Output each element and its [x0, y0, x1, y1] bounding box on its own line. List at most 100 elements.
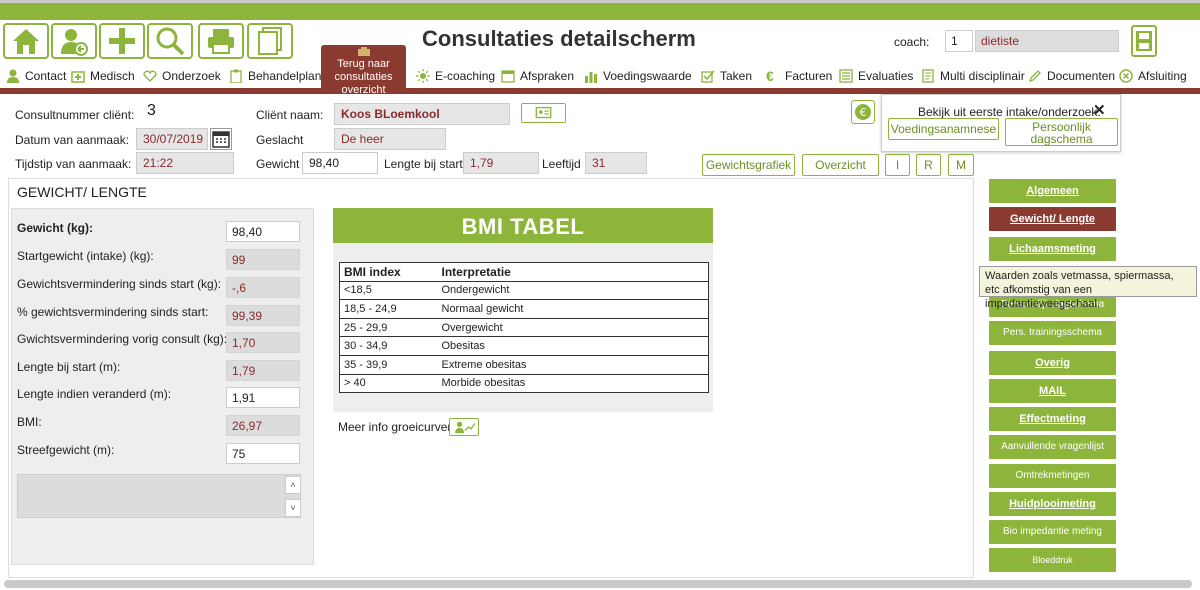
sidebar-item-aanvullende-vragenlijst[interactable]: Aanvullende vragenlijst	[989, 435, 1116, 459]
sidebar-item-algemeen[interactable]: Algemeen	[989, 179, 1116, 203]
gewichtsvermindering-field: -,6	[226, 277, 300, 298]
nav-label: Afspraken	[520, 69, 575, 83]
nav-voedingswaarde[interactable]: Voedingswaarde	[584, 67, 692, 85]
table-row: > 40 Morbide obesitas	[339, 374, 709, 394]
consultnummer-label: Consultnummer cliënt:	[15, 108, 135, 122]
percent-gewichtsvermindering-field: 99,39	[226, 305, 300, 326]
row-label: % gewichtsvermindering sinds start:	[17, 305, 209, 319]
geslacht-label: Geslacht	[256, 133, 304, 147]
intake-popup: Bekijk uit eerste intake/onderzoek: ✕ Vo…	[881, 94, 1121, 152]
table-cell: 35 - 39,9	[339, 355, 438, 375]
user-back-icon	[61, 29, 88, 56]
bmi-table-panel: BMI TABEL BMI index Interpretatie <18,5 O…	[333, 208, 713, 412]
coach-name-field: dietiste	[975, 30, 1119, 52]
gewicht-field[interactable]: 98,40	[302, 152, 378, 174]
tooltip: Waarden zoals vetmassa, spiermassa, etc …	[979, 266, 1197, 310]
nav-facturen[interactable]: € Facturen	[766, 67, 832, 85]
euro-button[interactable]: €	[851, 100, 875, 124]
nav-taken[interactable]: Taken	[701, 67, 752, 85]
row-label: BMI:	[17, 415, 42, 429]
persoonlijk-dagschema-button[interactable]: Persoonlijk dagschema	[1005, 118, 1118, 146]
lengte-veranderd-field[interactable]: 1,91	[226, 387, 300, 408]
sidebar-item-omtrekmetingen[interactable]: Omtrekmetingen	[989, 464, 1116, 488]
sidebar-item-effectmeting[interactable]: Effectmeting	[989, 407, 1116, 431]
table-cell: Normaal gewicht	[437, 299, 709, 319]
table-row: 25 - 29,9 Overgewicht	[339, 318, 709, 338]
calendar-button[interactable]	[210, 128, 232, 150]
sidebar-item-overig[interactable]: Overig	[989, 351, 1116, 375]
back-to-consultations-button[interactable]: Terug naar consultaties overzicht	[321, 45, 406, 96]
table-cell: 25 - 29,9	[339, 318, 438, 338]
nav-label: E-coaching	[435, 69, 496, 83]
m-button[interactable]: M	[948, 154, 974, 176]
section-title: GEWICHT/ LENGTE	[17, 184, 147, 200]
table-cell: 18,5 - 24,9	[339, 299, 438, 319]
add-button[interactable]	[99, 23, 145, 59]
streefgewicht-field[interactable]: 75	[226, 443, 300, 464]
home-icon	[13, 29, 39, 54]
voedingsanamnese-button[interactable]: Voedingsanamnese	[888, 118, 999, 140]
table-cell: Ondergewicht	[437, 281, 709, 301]
nav-label: Afsluiting	[1138, 69, 1187, 83]
home-button[interactable]	[3, 23, 49, 59]
startgewicht-field: 99	[226, 249, 300, 270]
documents-button[interactable]	[247, 23, 293, 59]
sidebar-item-mail[interactable]: MAIL	[989, 379, 1116, 403]
tijdstip-label: Tijdstip van aanmaak:	[15, 157, 132, 171]
client-card-button[interactable]	[521, 103, 566, 123]
sidebar-item-gewicht-lengte[interactable]: Gewicht/ Lengte	[989, 207, 1116, 231]
lengte-start-field: 1,79	[463, 152, 539, 174]
sidebar-item-trainingsschema[interactable]: Pers. trainingsschema	[989, 321, 1116, 345]
overzicht-button[interactable]: Overzicht	[802, 154, 879, 176]
gewicht-kg-field[interactable]: 98,40	[226, 221, 300, 242]
nav-contact[interactable]: Contact	[6, 67, 66, 85]
nav-onderzoek[interactable]: Onderzoek	[143, 67, 221, 85]
page-title: Consultaties detailscherm	[422, 26, 696, 51]
coach-number-field[interactable]: 1	[945, 30, 973, 52]
nav-afspraken[interactable]: Afspraken	[501, 67, 574, 85]
i-button[interactable]: I	[885, 154, 910, 176]
table-row: 30 - 34,9 Obesitas	[339, 336, 709, 356]
nav-ecoaching[interactable]: E-coaching	[416, 67, 495, 85]
datum-field[interactable]: 30/07/2019	[136, 128, 208, 150]
nav-evaluaties[interactable]: Evaluaties	[839, 67, 913, 85]
scroll-up-icon[interactable]: ˄	[285, 476, 301, 494]
sidebar-item-bio-impedantie[interactable]: Bio impedantie meting	[989, 520, 1116, 544]
save-button[interactable]	[1131, 25, 1157, 57]
nav-documenten[interactable]: Documenten	[1028, 67, 1115, 85]
sidebar-item-bloeddruk[interactable]: Bloeddruk	[989, 548, 1116, 572]
save-icon	[1136, 31, 1152, 51]
print-button[interactable]	[198, 23, 244, 59]
close-icon[interactable]: ✕	[1093, 101, 1106, 119]
scroll-down-icon[interactable]: ˅	[285, 499, 301, 517]
leeftijd-field: 31	[585, 152, 647, 174]
table-cell: > 40	[339, 374, 438, 394]
horizontal-scrollbar[interactable]	[4, 580, 1192, 588]
nav-behandelplan[interactable]: Behandelplan	[229, 67, 321, 85]
table-row: 35 - 39,9 Extreme obesitas	[339, 355, 709, 375]
sidebar-item-huidplooimeting[interactable]: Huidplooimeting	[989, 492, 1116, 516]
nav-label: Documenten	[1047, 69, 1116, 83]
groeicurven-button[interactable]	[449, 418, 479, 436]
column-header: BMI index	[339, 262, 438, 282]
nav-multidisciplinair[interactable]: Multi disciplinair	[921, 67, 1025, 85]
nav-label: Taken	[720, 69, 753, 83]
lengte-start-label: Lengte bij start:	[384, 157, 467, 171]
nav-afsluiting[interactable]: Afsluiting	[1119, 67, 1187, 85]
notes-textarea[interactable]	[17, 474, 301, 518]
sidebar-item-lichaamsmeting[interactable]: Lichaamsmeting	[989, 237, 1116, 261]
nav-medisch[interactable]: Medisch	[71, 67, 135, 85]
table-row: 18,5 - 24,9 Normaal gewicht	[339, 299, 709, 319]
search-button[interactable]	[147, 23, 193, 59]
bmi-field: 26,97	[226, 415, 300, 436]
row-label: Lengte indien veranderd (m):	[17, 387, 172, 401]
gewichtsgrafiek-button[interactable]: Gewichtsgrafiek	[702, 154, 795, 176]
r-button[interactable]: R	[916, 154, 941, 176]
back-label: Terug naar consultaties overzicht	[334, 58, 393, 96]
client-back-button[interactable]	[51, 23, 97, 59]
calendar-icon	[501, 69, 515, 83]
coach-label: coach:	[894, 35, 930, 49]
geslacht-field: De heer	[334, 128, 446, 150]
popup-title: Bekijk uit eerste intake/onderzoek:	[918, 105, 1101, 119]
nav-label: Onderzoek	[162, 69, 221, 83]
